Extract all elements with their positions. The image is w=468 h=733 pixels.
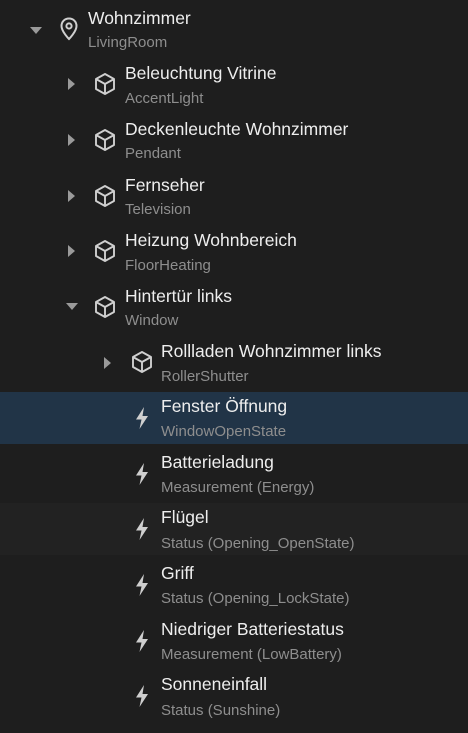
node-type: Pendant (125, 145, 181, 162)
bolt-icon (129, 683, 155, 709)
node-label: Flügel (161, 507, 209, 527)
tree-node-root[interactable]: Wohnzimmer LivingRoom (0, 3, 468, 59)
node-label: Sonneneinfall (161, 674, 268, 694)
node-type: Status (Opening_OpenState) (161, 535, 355, 552)
chevron-down-icon[interactable] (64, 299, 80, 315)
chevron-right-icon[interactable] (100, 355, 116, 371)
tree-node-sub-equipment[interactable]: Rollladen Wohnzimmer links RollerShutter (0, 336, 468, 392)
tree-node-equipment[interactable]: Heizung Wohnbereich FloorHeating (0, 225, 468, 281)
tree-node-point[interactable]: Griff Status (Opening_LockState) (0, 559, 468, 615)
chevron-right-icon[interactable] (64, 76, 80, 92)
node-label: Griff (161, 563, 194, 583)
node-label: Wohnzimmer (88, 8, 191, 28)
semantic-model-tree: Wohnzimmer LivingRoom Beleuchtung Vitrin… (0, 0, 468, 733)
chevron-down-icon[interactable] (28, 23, 44, 39)
chevron-right-icon[interactable] (64, 243, 80, 259)
node-label: Fenster Öffnung (161, 396, 288, 416)
bolt-icon (129, 405, 155, 431)
node-type: Television (125, 201, 191, 218)
node-type: LivingRoom (88, 34, 168, 51)
node-label: Heizung Wohnbereich (125, 230, 297, 250)
tree-node-equipment[interactable]: Beleuchtung Vitrine AccentLight (0, 58, 468, 114)
cube-icon (129, 349, 155, 375)
node-type: WindowOpenState (161, 423, 287, 440)
node-label: Batterieladung (161, 452, 274, 472)
cube-icon (92, 238, 118, 264)
bolt-icon (129, 628, 155, 654)
tree-node-point[interactable]: Niedriger Batteriestatus Measurement (Lo… (0, 615, 468, 671)
node-type: Measurement (LowBattery) (161, 646, 342, 663)
bolt-icon (129, 516, 155, 542)
chevron-right-icon[interactable] (64, 132, 80, 148)
node-type: Window (125, 312, 179, 329)
location-pin-icon (56, 16, 82, 42)
node-type: Status (Opening_LockState) (161, 590, 350, 607)
node-type: FloorHeating (125, 257, 211, 274)
bolt-icon (129, 572, 155, 598)
node-type: AccentLight (125, 90, 204, 107)
node-label: Beleuchtung Vitrine (125, 63, 277, 83)
chevron-right-icon[interactable] (64, 188, 80, 204)
tree-node-point[interactable]: Sonneneinfall Status (Sunshine) (0, 670, 468, 726)
cube-icon (92, 127, 118, 153)
bolt-icon (129, 461, 155, 487)
cube-icon (92, 294, 118, 320)
node-label: Fernseher (125, 175, 205, 195)
tree-node-equipment[interactable]: Deckenleuchte Wohnzimmer Pendant (0, 114, 468, 170)
tree-node-equipment[interactable]: Hintertür links Window (0, 281, 468, 337)
node-label: Niedriger Batteriestatus (161, 619, 344, 639)
node-type: Status (Sunshine) (161, 702, 281, 719)
tree-node-point[interactable]: Flügel Status (Opening_OpenState) (0, 503, 468, 555)
tree-node-equipment[interactable]: Fernseher Television (0, 170, 468, 226)
node-label: Deckenleuchte Wohnzimmer (125, 119, 349, 139)
tree-node-point-selected[interactable]: Fenster Öffnung WindowOpenState (0, 392, 468, 444)
node-type: RollerShutter (161, 368, 249, 385)
tree-node-point[interactable]: Batterieladung Measurement (Energy) (0, 448, 468, 504)
cube-icon (92, 183, 118, 209)
node-label: Rollladen Wohnzimmer links (161, 341, 382, 361)
node-label: Hintertür links (125, 286, 232, 306)
node-type: Measurement (Energy) (161, 479, 315, 496)
cube-icon (92, 71, 118, 97)
